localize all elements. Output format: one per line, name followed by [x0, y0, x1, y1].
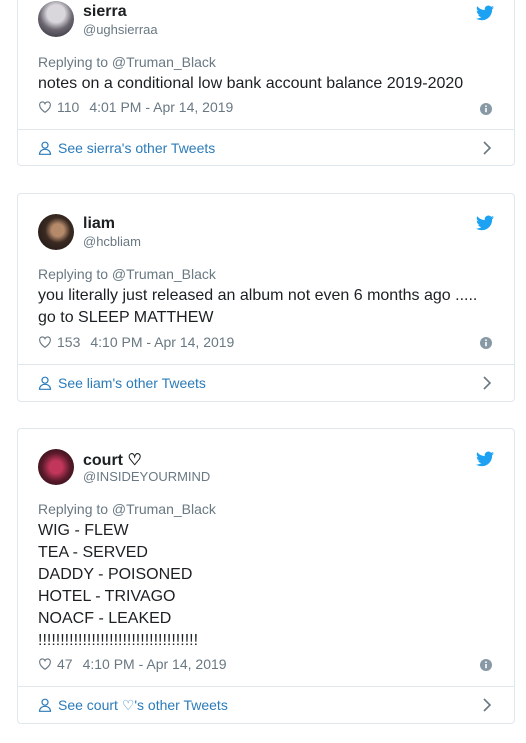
author-handle[interactable]: @INSIDEYOURMIND	[83, 469, 210, 484]
see-other-tweets-label[interactable]: See sierra's other Tweets	[58, 140, 215, 156]
timestamp[interactable]: 4:01 PM - Apr 14, 2019	[89, 99, 233, 115]
tweet-meta: 110 4:01 PM - Apr 14, 2019	[38, 99, 233, 115]
tweet-text: you literally just released an album not…	[38, 287, 478, 326]
replying-to[interactable]: Replying to @Truman_Black	[38, 54, 216, 70]
see-other-tweets-link[interactable]: See court ♡'s other Tweets	[38, 687, 494, 723]
info-icon[interactable]	[480, 659, 492, 671]
person-icon	[38, 698, 52, 712]
author-name[interactable]: court ♡	[83, 450, 142, 470]
info-icon[interactable]	[480, 337, 492, 349]
see-other-tweets-link[interactable]: See liam's other Tweets	[38, 365, 494, 401]
heart-icon[interactable]	[38, 100, 52, 114]
author-handle[interactable]: @hcbliam	[83, 234, 141, 249]
see-other-tweets-link[interactable]: See sierra's other Tweets	[38, 130, 494, 166]
chevron-right-icon[interactable]	[482, 698, 492, 712]
like-count[interactable]: 153	[57, 334, 80, 350]
author-handle[interactable]: @ughsierraa	[83, 22, 158, 37]
info-icon[interactable]	[480, 103, 492, 115]
twitter-bird-icon[interactable]	[476, 5, 494, 21]
tweet-text: notes on a conditional low bank account …	[38, 75, 464, 92]
timestamp[interactable]: 4:10 PM - Apr 14, 2019	[83, 656, 227, 672]
tweet-card: sierra @ughsierraa Replying to @Truman_B…	[17, 0, 515, 166]
replying-to[interactable]: Replying to @Truman_Black	[38, 266, 216, 282]
person-icon	[38, 376, 52, 390]
tweet-card: liam @hcbliam Replying to @Truman_Black …	[17, 193, 515, 402]
heart-icon[interactable]	[38, 335, 52, 349]
person-icon	[38, 141, 52, 155]
tweet-card: court ♡ @INSIDEYOURMIND Replying to @Tru…	[17, 428, 515, 724]
timestamp[interactable]: 4:10 PM - Apr 14, 2019	[90, 334, 234, 350]
tweet-meta: 153 4:10 PM - Apr 14, 2019	[38, 334, 234, 350]
tweet-meta: 47 4:10 PM - Apr 14, 2019	[38, 656, 227, 672]
like-count[interactable]: 110	[57, 99, 79, 115]
avatar[interactable]	[38, 1, 74, 37]
author-name[interactable]: sierra	[83, 3, 127, 21]
see-other-tweets-label[interactable]: See liam's other Tweets	[58, 375, 206, 391]
twitter-bird-icon[interactable]	[476, 451, 494, 467]
avatar[interactable]	[38, 214, 74, 250]
heart-icon[interactable]	[38, 657, 52, 671]
chevron-right-icon[interactable]	[482, 141, 492, 155]
twitter-bird-icon[interactable]	[476, 215, 494, 231]
see-other-tweets-label[interactable]: See court ♡'s other Tweets	[58, 697, 228, 714]
replying-to[interactable]: Replying to @Truman_Black	[38, 501, 216, 517]
author-name[interactable]: liam	[83, 215, 115, 233]
chevron-right-icon[interactable]	[482, 376, 492, 390]
like-count[interactable]: 47	[57, 656, 73, 672]
tweet-text: WIG - FLEW TEA - SERVED DADDY - POISONED…	[38, 522, 199, 649]
avatar[interactable]	[38, 449, 74, 485]
